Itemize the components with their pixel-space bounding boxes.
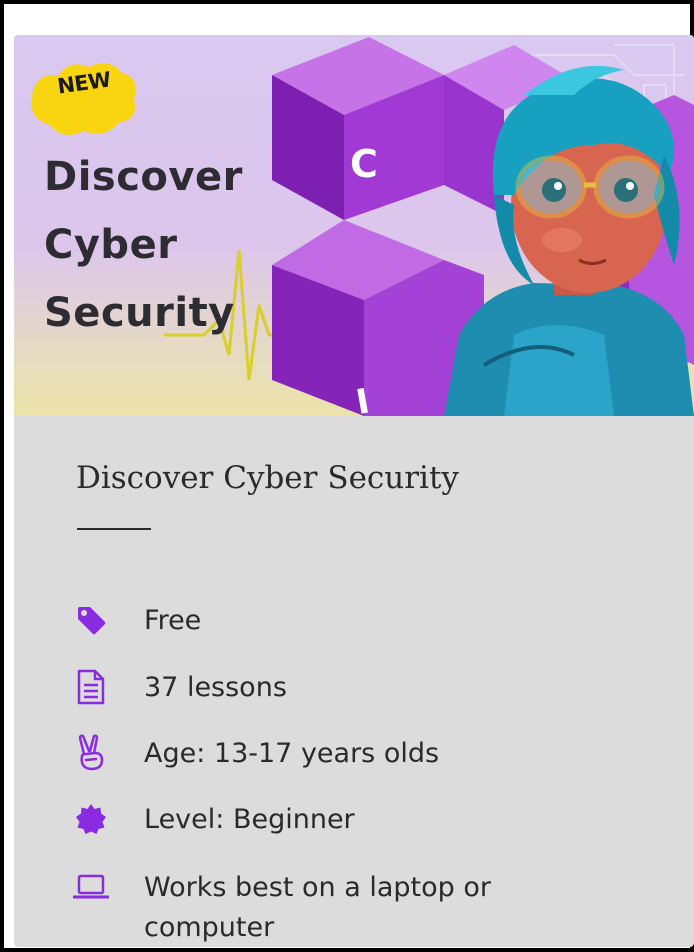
badge-icon [72,800,110,838]
feature-text: Age: 13-17 years olds [144,738,440,769]
course-banner-image: C I NEW Discover Cyber Security [14,35,694,416]
feature-device: Works best on a laptop or computer [72,868,672,947]
feature-age: Age: 13-17 years olds [72,734,672,774]
feature-lessons: 37 lessons [72,668,672,708]
screenshot-frame: C I NEW Discover Cyber Security Discover… [0,0,694,952]
title-divider [77,528,151,530]
feature-text: Free [144,605,202,636]
laptop-icon [72,868,110,906]
feature-price: Free [72,601,672,641]
price-tag-icon [72,601,110,639]
feature-text: Level: Beginner [144,804,355,835]
cube-letter-c: C [350,142,378,186]
feature-text: 37 lessons [144,672,287,703]
banner-title-line: Cyber [44,222,178,268]
peace-hand-icon [72,734,110,772]
feature-text: Works best on a laptop or computer [144,872,491,943]
course-card[interactable]: C I NEW Discover Cyber Security Discover… [14,35,694,947]
banner-title-line: Security [44,290,235,336]
feature-level: Level: Beginner [72,800,672,840]
course-title[interactable]: Discover Cyber Security [76,460,459,496]
banner-title-line: Discover [44,154,243,200]
document-icon [72,668,110,706]
banner-title: Discover Cyber Security [44,143,243,347]
